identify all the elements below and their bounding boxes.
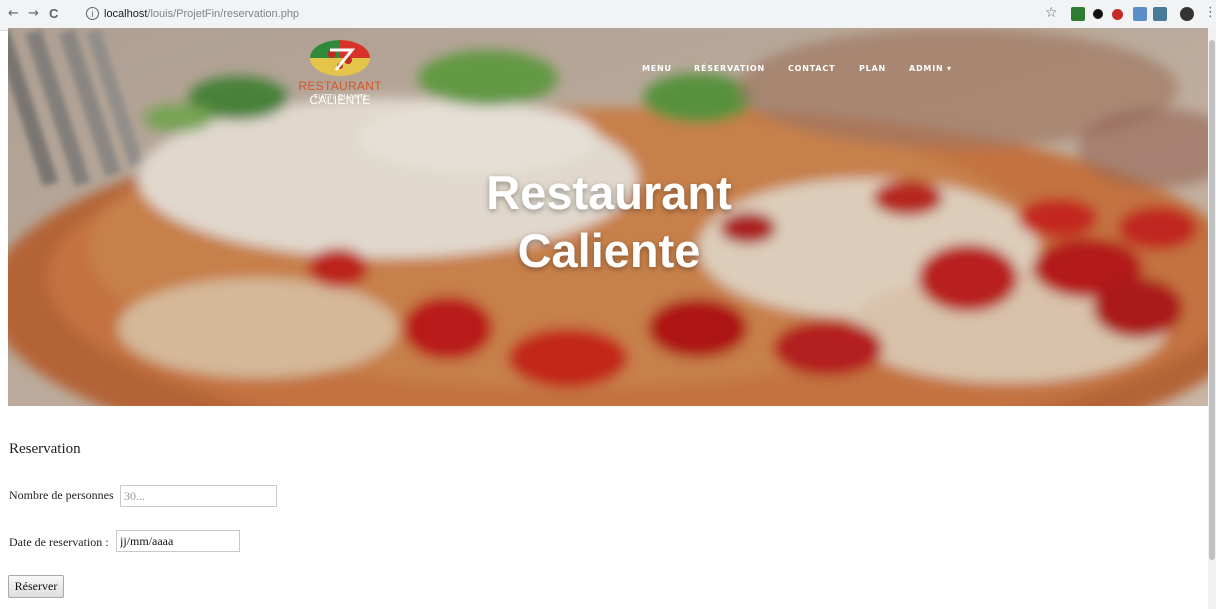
restaurant-logo[interactable]: RESTAURANT CALIENTE TUTTI QUANTI	[270, 36, 410, 108]
section-heading: Reservation	[9, 441, 81, 457]
nav-item-reservation[interactable]: RÉSERVATION	[694, 64, 765, 73]
date-label: Date de reservation :	[9, 535, 109, 549]
url-path: /louis/ProjetFin/reservation.php	[147, 8, 300, 20]
pizza-logo-icon	[310, 40, 370, 76]
extension-icon[interactable]	[1153, 7, 1167, 21]
scrollbar-thumb[interactable]	[1209, 40, 1215, 560]
hero-banner: RESTAURANT CALIENTE TUTTI QUANTI MENU RÉ…	[8, 28, 1210, 406]
menu-dots-icon[interactable]: ⋮	[1204, 5, 1216, 20]
forward-icon[interactable]: →	[28, 6, 39, 21]
hero-title: Restaurant Caliente	[8, 164, 1210, 280]
persons-input[interactable]	[120, 485, 277, 507]
extension-icon[interactable]	[1133, 7, 1147, 21]
logo-text-restaurant: RESTAURANT	[298, 79, 382, 93]
profile-avatar-icon[interactable]	[1180, 7, 1194, 21]
browser-toolbar: ← → C i localhost/louis/ProjetFin/reserv…	[0, 0, 1216, 31]
extension-icon[interactable]	[1093, 9, 1103, 19]
extension-icon[interactable]	[1071, 7, 1085, 21]
nav-item-contact[interactable]: CONTACT	[788, 64, 835, 73]
shield-extension-icon[interactable]	[1112, 9, 1123, 20]
reserve-button[interactable]: Réserver	[8, 575, 64, 598]
page-scrollbar[interactable]	[1208, 28, 1216, 609]
nav-item-admin-dropdown[interactable]: ADMIN ▾	[909, 64, 952, 73]
persons-label: Nombre de personnes	[9, 488, 114, 502]
site-info-icon[interactable]: i	[86, 7, 99, 20]
logo-text: RESTAURANT CALIENTE	[270, 79, 410, 107]
nav-item-menu[interactable]: MENU	[642, 64, 672, 73]
back-icon[interactable]: ←	[8, 6, 19, 21]
nav-item-plan[interactable]: PLAN	[859, 64, 886, 73]
address-bar[interactable]: localhost/louis/ProjetFin/reservation.ph…	[104, 8, 299, 20]
date-input[interactable]	[116, 530, 240, 552]
hero-title-line1: Restaurant	[486, 166, 732, 219]
hero-title-line2: Caliente	[517, 224, 701, 277]
url-host: localhost	[104, 8, 148, 20]
reload-icon[interactable]: C	[49, 6, 58, 21]
bookmark-star-icon[interactable]: ☆	[1045, 5, 1058, 21]
logo-subtitle: TUTTI QUANTI	[313, 94, 367, 101]
